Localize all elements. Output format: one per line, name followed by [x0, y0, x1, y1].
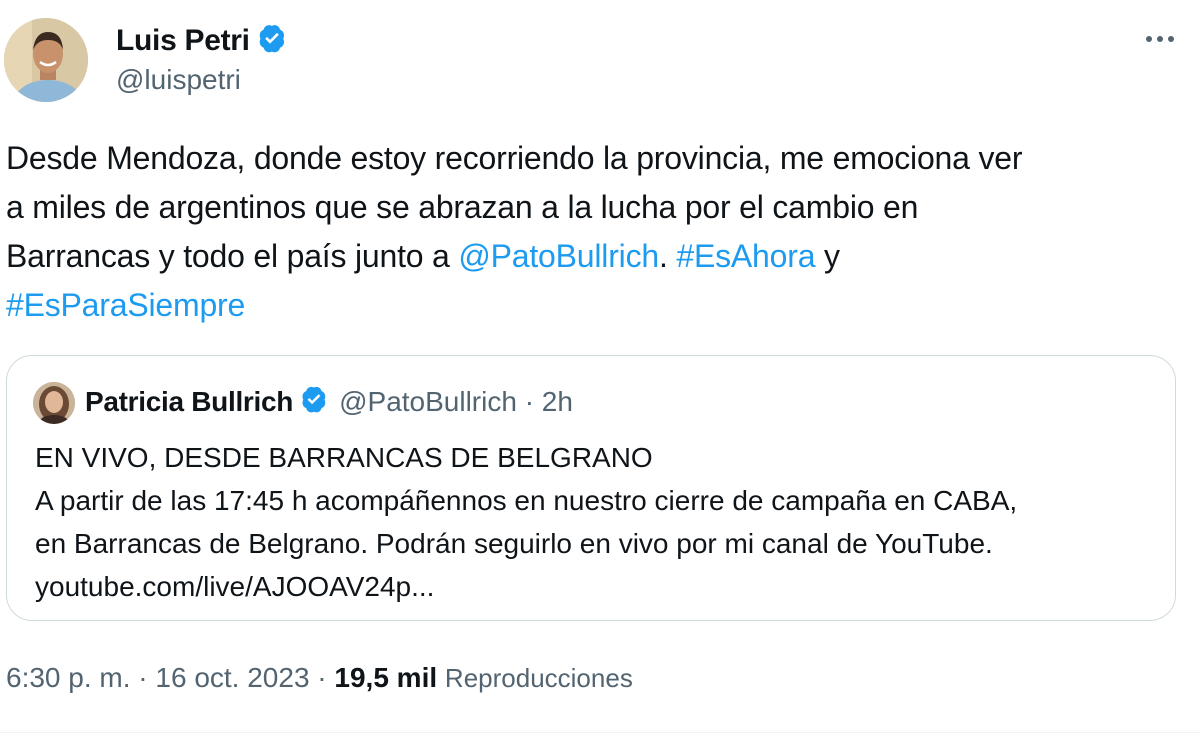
- verified-badge-icon: [256, 22, 288, 62]
- tweet-text: Desde Mendoza, donde estoy recorriendo l…: [6, 134, 1186, 330]
- tweet-text-line: a miles de argentinos que se abrazan a l…: [6, 189, 919, 225]
- quoted-text: EN VIVO, DESDE BARRANCAS DE BELGRANO A p…: [35, 436, 1017, 608]
- views-count: 19,5 mil: [334, 662, 438, 693]
- quoted-tweet-card[interactable]: Patricia Bullrich @PatoBullrich · 2h EN V…: [6, 355, 1176, 621]
- author-avatar[interactable]: [4, 18, 88, 102]
- timestamp-link[interactable]: 6:30 p. m. · 16 oct. 2023 ·: [6, 662, 334, 693]
- quoted-text-line: EN VIVO, DESDE BARRANCAS DE BELGRANO: [35, 442, 653, 473]
- verified-badge-icon: [299, 384, 329, 421]
- views-label: Reproducciones: [444, 663, 633, 693]
- quoted-text-line: en Barrancas de Belgrano. Podrán seguirl…: [35, 528, 993, 559]
- quoted-link-text: youtube.com/live/AJOOAV24p...: [35, 571, 435, 602]
- quoted-text-line: A partir de las 17:45 h acompáñennos en …: [35, 485, 1018, 516]
- more-horizontal-icon: [1146, 36, 1174, 42]
- tweet-text-line: #EsParaSiempre: [6, 281, 1186, 330]
- quoted-author-avatar[interactable]: [33, 382, 75, 424]
- tweet-text-line: Barrancas y todo el país junto a @PatoBu…: [6, 232, 1186, 281]
- quoted-header: Patricia Bullrich @PatoBullrich · 2h: [85, 384, 573, 421]
- tweet-text-segment: y: [815, 238, 840, 274]
- more-options-button[interactable]: [1140, 24, 1180, 54]
- tweet-text-segment: .: [658, 238, 677, 274]
- quoted-author-name[interactable]: Patricia Bullrich: [85, 386, 293, 417]
- tweet-text-line: Desde Mendoza, donde estoy recorriendo l…: [6, 140, 1023, 176]
- author-handle[interactable]: @luispetri: [116, 64, 241, 96]
- hashtag-link[interactable]: #EsParaSiempre: [6, 287, 245, 323]
- tweet-text-segment: Barrancas y todo el país junto a: [6, 238, 459, 274]
- divider: [0, 732, 1200, 733]
- hashtag-link[interactable]: #EsAhora: [676, 238, 815, 274]
- author-name[interactable]: Luis Petri: [116, 22, 288, 62]
- tweet: Luis Petri @luispetri Desde Mendoza, don…: [0, 0, 1200, 738]
- mention-link[interactable]: @PatoBullrich: [458, 238, 659, 274]
- tweet-footer: 6:30 p. m. · 16 oct. 2023 · 19,5 mil Rep…: [6, 662, 633, 694]
- quoted-handle-time[interactable]: @PatoBullrich · 2h: [339, 386, 573, 417]
